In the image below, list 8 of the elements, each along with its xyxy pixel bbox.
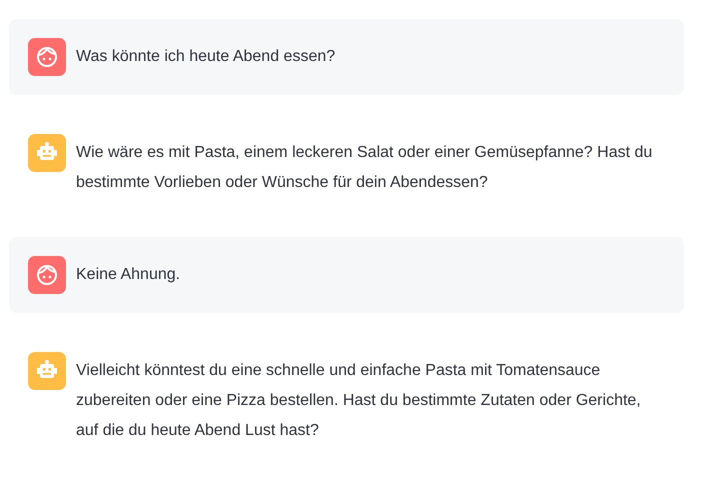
robot-icon — [28, 134, 66, 172]
message-text: Wie wäre es mit Pasta, einem leckeren Salat oder einer Gemüsepfanne? Hast du bestimmte Vorlieben oder Wünsche für dein Abendessen? — [76, 143, 654, 193]
message-text: Vielleicht könntest du eine schnelle und einfache Pasta mit Tomatensauce zubereiten oder eine Pizza bestellen. Hast du bestimmte Zutaten oder Gerichte, auf die du heute Abend Lust hast? — [76, 361, 642, 441]
robot-icon — [28, 352, 66, 390]
message-text: Was könnte ich heute Abend essen? — [76, 47, 336, 67]
face-icon — [28, 256, 66, 294]
face-icon — [28, 38, 66, 76]
message-text: Keine Ahnung. — [76, 265, 180, 285]
